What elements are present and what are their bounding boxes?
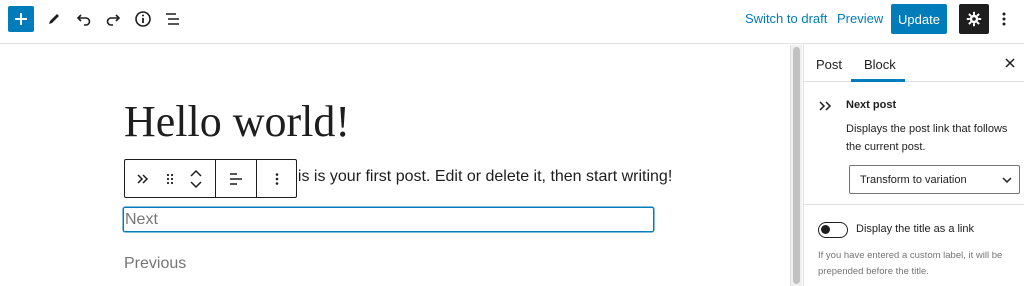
transform-variation-select[interactable]: Transform to variation <box>849 165 1020 194</box>
tab-block[interactable]: Block <box>864 57 896 72</box>
list-view-icon <box>166 13 179 25</box>
paragraph-block[interactable]: his is your first post. Edit or delete i… <box>289 168 672 186</box>
add-block-button[interactable] <box>8 6 34 32</box>
redo-icon <box>106 14 121 26</box>
sidebar-tabs: Post Block <box>804 45 1024 82</box>
options-button[interactable] <box>991 6 1017 32</box>
block-options-button[interactable] <box>257 160 296 197</box>
transform-select-label: Transform to variation <box>860 174 967 186</box>
gear-icon <box>966 11 982 27</box>
plus-icon <box>15 13 27 25</box>
block-toolbar <box>124 159 297 198</box>
editor-canvas <box>0 45 790 286</box>
editor-header: Switch to draft Preview Update <box>0 0 1024 44</box>
block-type-button[interactable] <box>125 160 162 197</box>
undo-button[interactable] <box>71 6 97 32</box>
tab-post[interactable]: Post <box>816 57 842 72</box>
chevron-double-right-icon <box>137 173 149 184</box>
settings-sidebar: Post Block Next post Displays the post l… <box>803 45 1024 286</box>
preview-button[interactable]: Preview <box>837 11 883 26</box>
undo-icon <box>76 14 91 26</box>
active-tab-indicator <box>851 79 905 82</box>
drag-handle[interactable] <box>162 160 178 197</box>
update-button[interactable]: Update <box>891 4 947 34</box>
block-description: Displays the post link that follows the … <box>846 123 1008 153</box>
settings-button[interactable] <box>959 4 989 34</box>
chevron-up-icon[interactable] <box>189 169 203 179</box>
chevron-down-icon <box>1002 177 1012 184</box>
redo-button[interactable] <box>100 6 126 32</box>
title-link-toggle[interactable] <box>818 222 848 238</box>
move-buttons[interactable] <box>177 160 215 197</box>
close-sidebar-button[interactable] <box>1002 55 1018 71</box>
close-icon <box>1005 58 1015 68</box>
editor-scrollbar[interactable] <box>790 45 802 286</box>
next-post-label-input[interactable]: Next <box>123 207 654 232</box>
chevron-double-right-icon <box>819 101 832 111</box>
toggle-knob <box>821 225 830 234</box>
details-button[interactable] <box>130 6 156 32</box>
help-text: If you have entered a custom label, it w… <box>818 250 1003 277</box>
more-vertical-icon <box>275 172 278 185</box>
block-card: Next post Displays the post link that fo… <box>804 83 1024 205</box>
block-icon <box>818 99 836 113</box>
pencil-icon <box>49 14 59 24</box>
block-title: Next post <box>846 99 897 111</box>
align-button[interactable] <box>216 160 256 197</box>
tools-button[interactable] <box>41 6 67 32</box>
info-icon <box>135 11 151 27</box>
chevron-down-icon[interactable] <box>189 179 203 189</box>
list-view-button[interactable] <box>160 6 186 32</box>
post-title[interactable]: Hello world! <box>124 98 350 146</box>
align-left-icon <box>230 172 242 185</box>
previous-post-block[interactable]: Previous <box>124 255 186 273</box>
toggle-label: Display the title as a link <box>856 223 974 235</box>
scrollbar-thumb[interactable] <box>793 47 800 284</box>
switch-to-draft-button[interactable]: Switch to draft <box>745 11 827 26</box>
more-vertical-icon <box>1002 12 1006 26</box>
drag-handle-icon <box>166 173 173 184</box>
